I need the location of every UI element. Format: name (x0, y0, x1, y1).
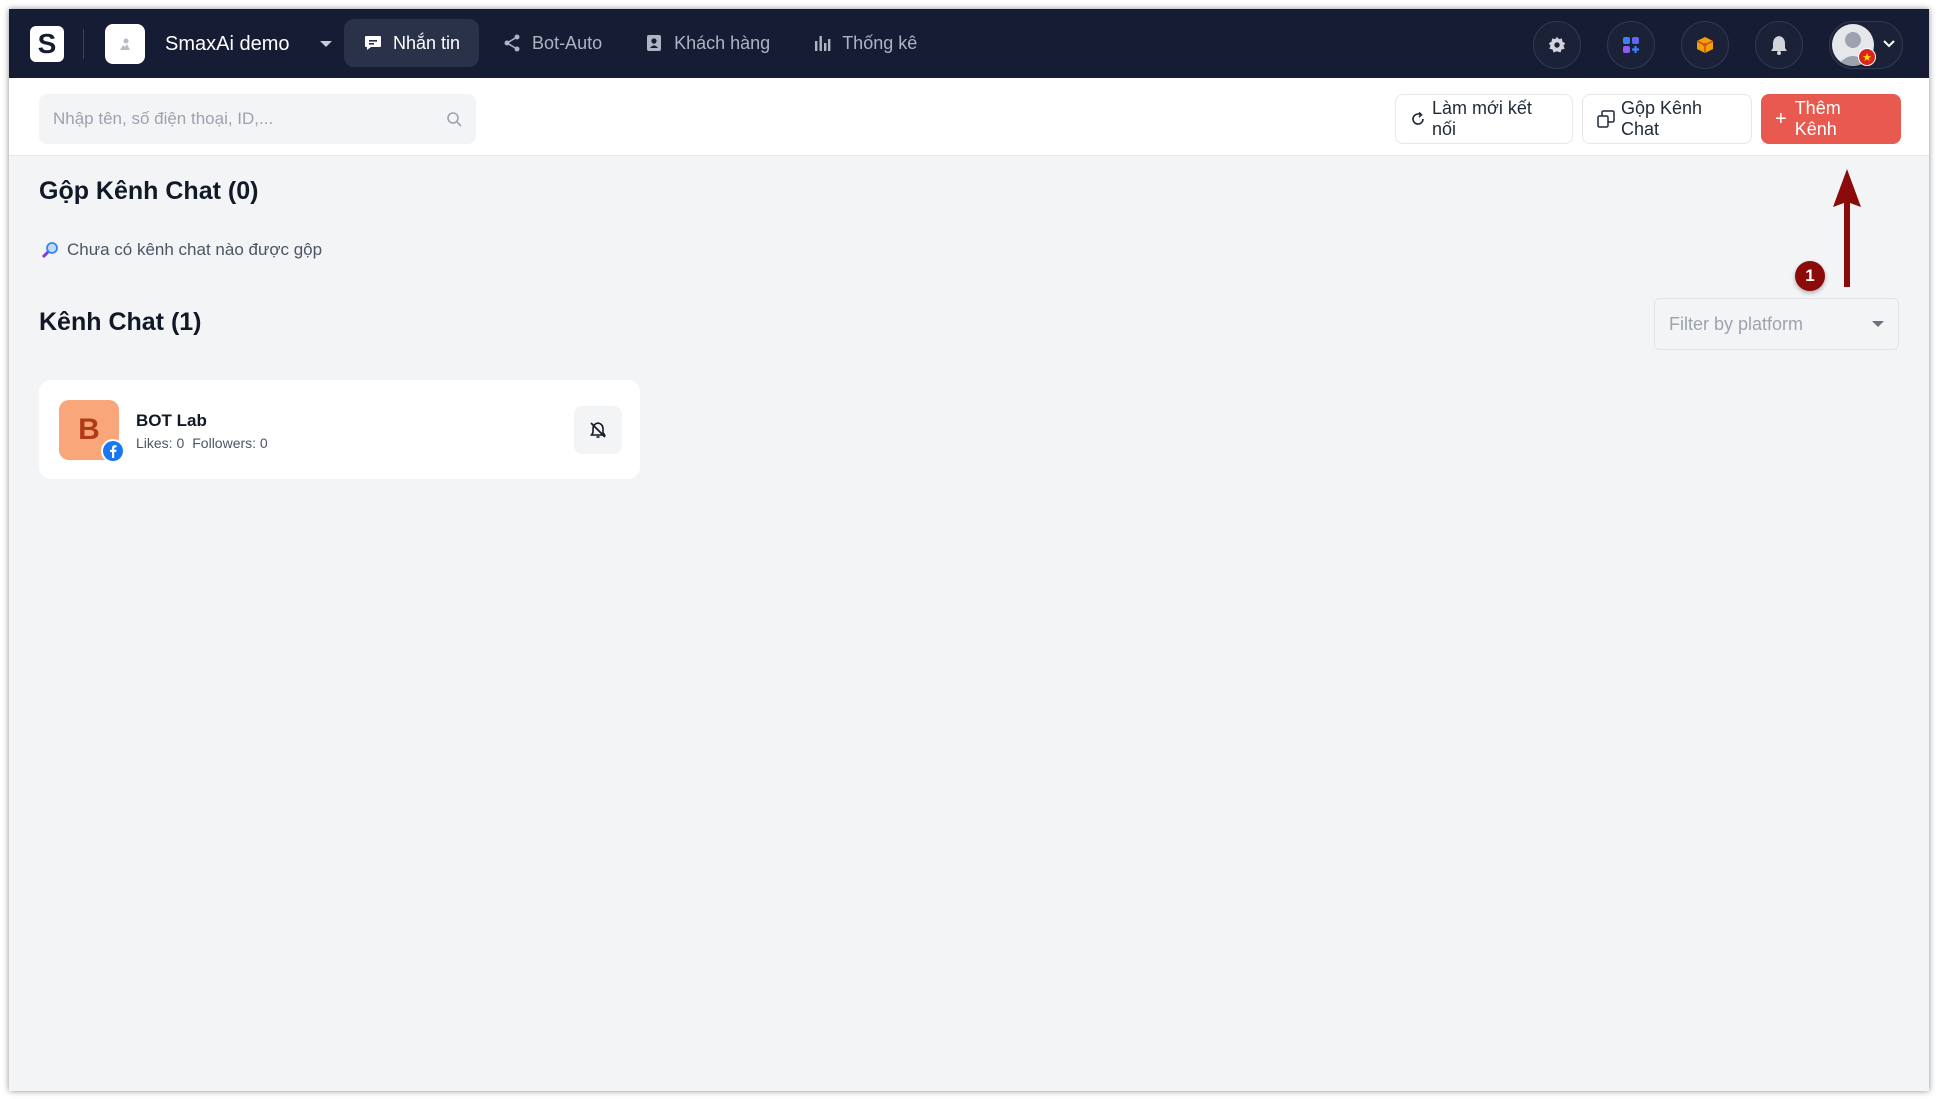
nav-item-nhan-tin[interactable]: Nhắn tin (344, 19, 480, 67)
workspace-avatar-icon (105, 24, 145, 64)
app-logo[interactable]: S (30, 26, 64, 62)
bar-chart-icon (812, 33, 832, 53)
channel-likes: Likes: 0 (136, 435, 185, 451)
refresh-connection-label: Làm mới kết nối (1432, 98, 1532, 139)
nav-item-label: Bot-Auto (532, 32, 603, 53)
nav-item-label: Nhắn tin (393, 32, 461, 53)
workspace-switcher[interactable]: SmaxAi demo (105, 23, 332, 65)
search-input[interactable] (39, 109, 446, 129)
annotation-arrow-icon (1833, 169, 1861, 287)
workspace-name: SmaxAi demo (165, 32, 290, 55)
merge-windows-icon (1597, 110, 1615, 128)
plus-icon: + (1775, 107, 1787, 130)
step-badge: 1 (1795, 261, 1825, 291)
nav-item-khach-hang[interactable]: Khách hàng (625, 19, 789, 67)
merge-chat-button[interactable]: Gộp Kênh Chat (1582, 94, 1752, 144)
bell-icon (1771, 36, 1787, 55)
chevron-down-icon (319, 41, 332, 47)
search-icon (446, 111, 462, 127)
contact-card-icon (644, 33, 664, 53)
gear-icon (1548, 36, 1566, 53)
nav-item-thong-ke[interactable]: Thống kê (793, 19, 936, 67)
merge-chat-label: Gộp Kênh Chat (1621, 98, 1703, 139)
chat-bubble-icon (363, 33, 383, 53)
refresh-icon (1410, 111, 1426, 127)
facebook-icon (101, 439, 125, 463)
share-nodes-icon (502, 33, 522, 53)
divider (83, 29, 84, 59)
channel-followers: Followers: 0 (192, 435, 268, 451)
box-icon (1696, 37, 1714, 53)
apps-grid-icon (1623, 37, 1639, 53)
merged-empty-state: Chưa có kênh chat nào được gộp (41, 240, 322, 260)
bell-off-icon (590, 422, 606, 438)
apps-button[interactable] (1607, 21, 1655, 69)
toolbar: Làm mới kết nối Gộp Kênh Chat + Thêm Kên… (9, 78, 1929, 156)
channel-card[interactable]: B BOT Lab Likes: 0 Followers: 0 (39, 380, 640, 479)
user-menu[interactable]: ★ (1829, 21, 1903, 69)
merged-empty-text: Chưa có kênh chat nào được gộp (67, 240, 323, 259)
nav-item-bot-auto[interactable]: Bot-Auto (483, 19, 621, 67)
channel-stats: Likes: 0 Followers: 0 (136, 435, 268, 451)
nav-item-label: Khách hàng (674, 32, 771, 53)
add-channel-label: Thêm Kênh (1794, 98, 1841, 139)
main-nav: Nhắn tin Bot-Auto Khách hàng Thống kê (344, 19, 940, 67)
channels-heading: Kênh Chat (1) (39, 308, 202, 336)
settings-button[interactable] (1533, 21, 1581, 69)
merged-channels-heading: Gộp Kênh Chat (0) (39, 177, 259, 205)
vietnam-flag-icon: ★ (1858, 48, 1876, 66)
refresh-connection-button[interactable]: Làm mới kết nối (1395, 94, 1573, 144)
chevron-down-icon (1882, 36, 1896, 54)
chevron-down-icon (1872, 321, 1884, 327)
add-channel-button[interactable]: + Thêm Kênh (1761, 94, 1901, 144)
platform-filter-select[interactable]: Filter by platform (1654, 298, 1899, 350)
platform-filter-placeholder: Filter by platform (1669, 313, 1804, 334)
channel-name: BOT Lab (136, 411, 207, 430)
app-window: S SmaxAi demo Nhắn tin Bot-Auto Khách hà… (9, 9, 1929, 1091)
magnifier-icon (41, 241, 59, 259)
package-button[interactable] (1681, 21, 1729, 69)
mute-notifications-button[interactable] (574, 406, 622, 454)
top-navbar: S SmaxAi demo Nhắn tin Bot-Auto Khách hà… (9, 9, 1929, 78)
search-box (39, 94, 476, 144)
nav-item-label: Thống kê (842, 32, 918, 53)
notifications-button[interactable] (1755, 21, 1803, 69)
header-actions: ★ (1507, 21, 1903, 69)
